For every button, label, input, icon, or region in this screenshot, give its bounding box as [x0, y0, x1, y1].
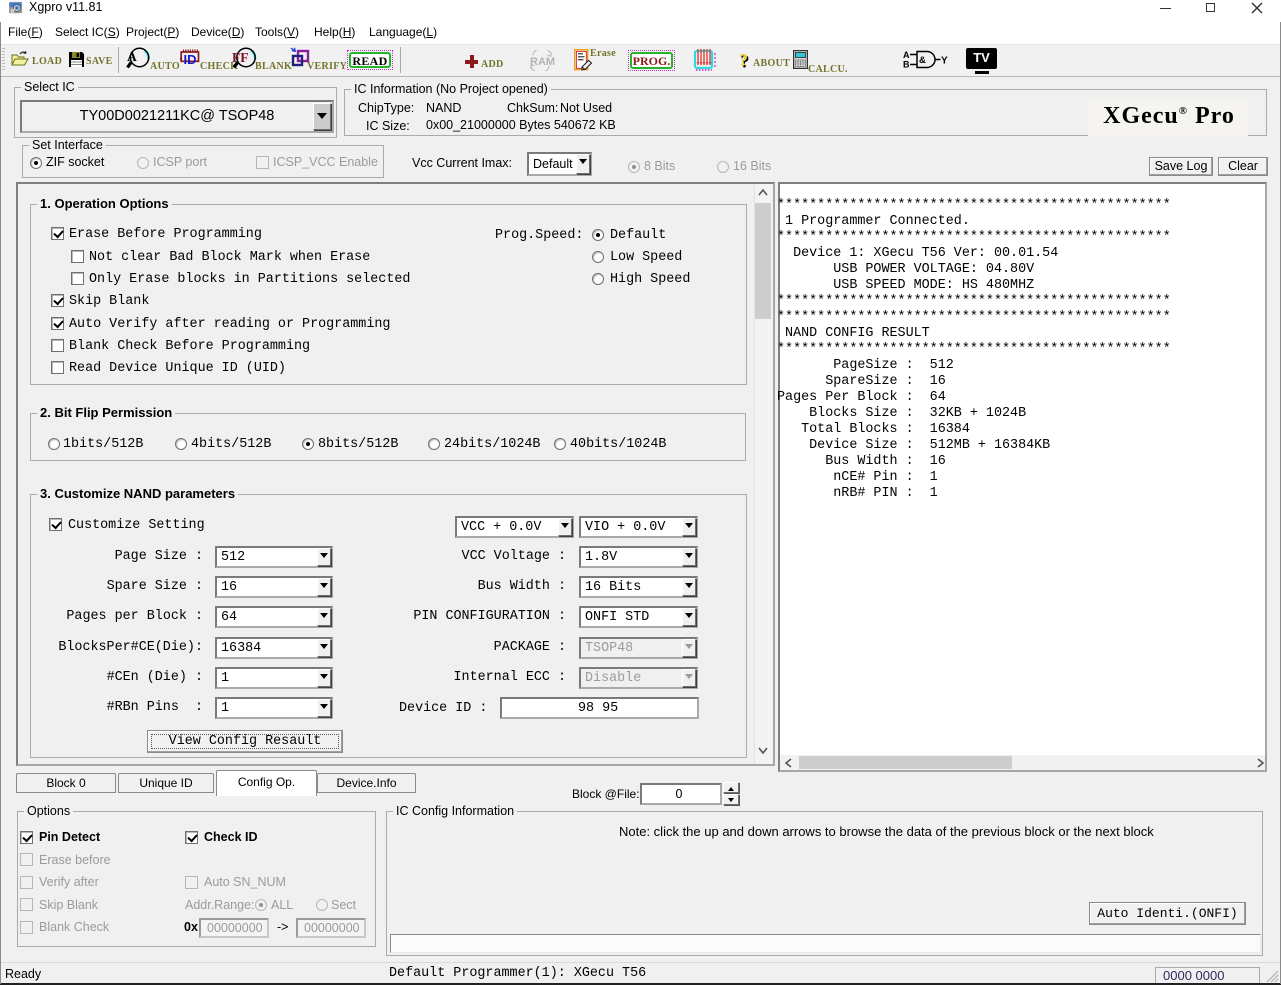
- svg-text:B: B: [903, 60, 910, 70]
- svg-text:&: &: [919, 55, 926, 66]
- svg-text:Y: Y: [941, 56, 948, 67]
- svg-text:A: A: [127, 49, 137, 64]
- svg-text:ID: ID: [184, 52, 197, 66]
- svg-text:A: A: [903, 50, 910, 60]
- svg-text:RAM: RAM: [530, 56, 555, 68]
- svg-text:FF: FF: [232, 50, 249, 65]
